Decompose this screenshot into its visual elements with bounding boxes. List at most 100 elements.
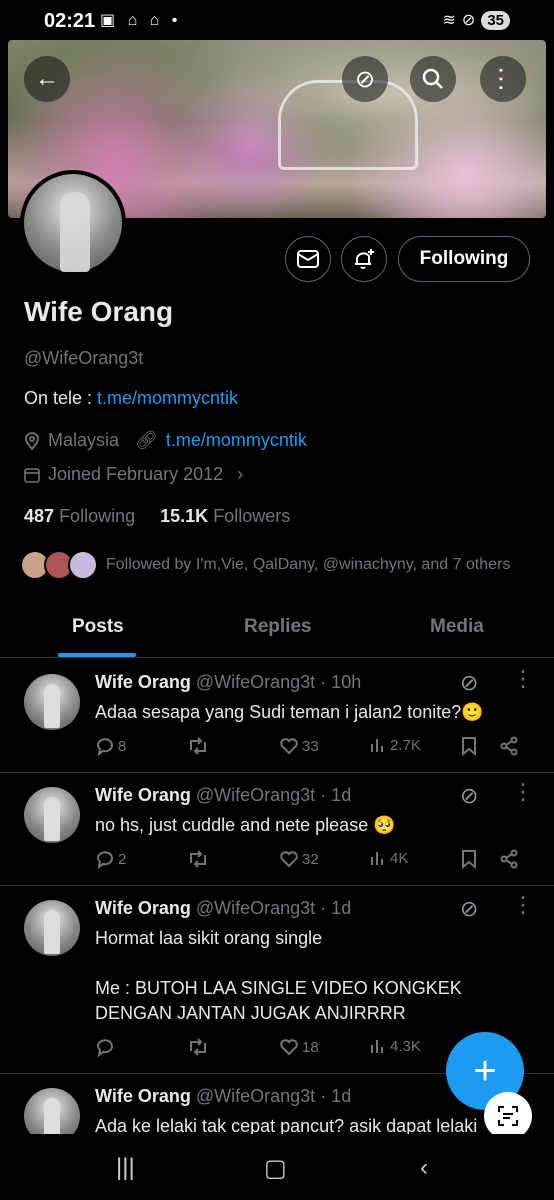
dnd-icon: ⊘ xyxy=(461,12,476,29)
post-text: no hs, just cuddle and nete please 🥺 xyxy=(95,815,396,835)
post-meta: @WifeOrang3t · 1d xyxy=(195,898,352,918)
post-avatar[interactable] xyxy=(24,674,80,730)
heart-icon xyxy=(280,1039,298,1056)
back-button[interactable]: ← xyxy=(24,56,70,102)
grok-button[interactable]: ⊘ xyxy=(342,56,388,102)
repost-button[interactable] xyxy=(187,1037,209,1057)
followed-by-text: Followed by I'm,Vie, QalDany, @winachyny… xyxy=(106,556,511,573)
bookmark-button[interactable] xyxy=(461,736,477,756)
like-count: 32 xyxy=(302,850,319,868)
tab-replies[interactable]: Replies xyxy=(244,616,312,638)
recent-apps-icon[interactable]: ||| xyxy=(116,1154,135,1182)
post-header: Wife Orang @WifeOrang3t · 1d xyxy=(95,898,351,919)
bookmark-button[interactable] xyxy=(461,849,477,869)
repost-button[interactable] xyxy=(187,849,209,869)
profile-location-row: Malaysia 🔗︎ t.me/mommycntik xyxy=(24,430,307,451)
plus-icon: + xyxy=(473,1048,497,1093)
views-count: 4.3K xyxy=(390,1037,421,1055)
reply-icon xyxy=(96,851,113,869)
calendar-icon xyxy=(24,467,40,483)
post-avatar[interactable] xyxy=(24,787,80,843)
profile-bio: On tele : t.me/mommycntik xyxy=(24,388,238,409)
followers-count: 15.1K xyxy=(160,506,209,526)
post-actions: 2 32 4K xyxy=(95,849,535,875)
status-right: ≋ ⊘ 35 xyxy=(442,10,510,30)
heart-icon xyxy=(280,738,298,755)
status-bar: 02:21 ▣ ⌂ ⌂ • ≋ ⊘ 35 xyxy=(0,0,554,40)
following-button[interactable]: Following xyxy=(398,236,530,282)
follow-counts: 487 Following 15.1K Followers xyxy=(24,506,290,527)
bookmark-icon xyxy=(462,850,476,869)
like-button[interactable]: 18 xyxy=(279,1037,319,1057)
message-button[interactable] xyxy=(285,236,331,282)
followed-by-row[interactable]: Followed by I'm,Vie, QalDany, @winachyny… xyxy=(20,550,510,580)
post-author-name[interactable]: Wife Orang xyxy=(95,1086,191,1106)
reply-button[interactable]: 8 xyxy=(95,736,126,756)
followers-label: Followers xyxy=(213,506,291,526)
followers-count-link[interactable]: 15.1K Followers xyxy=(160,506,290,526)
post-author-name[interactable]: Wife Orang xyxy=(95,785,191,805)
repost-button[interactable] xyxy=(187,736,209,756)
more-icon[interactable]: ⋮ xyxy=(512,781,534,803)
repost-icon xyxy=(190,737,206,755)
views-button[interactable]: 4.3K xyxy=(369,1037,421,1055)
post-avatar[interactable] xyxy=(24,900,80,956)
post-item[interactable]: Wife Orang @WifeOrang3t · 10h ⊘ ⋮ Adaa s… xyxy=(0,660,554,773)
following-label: Following xyxy=(59,506,136,526)
link-icon: 🔗︎ xyxy=(135,430,158,450)
post-author-name[interactable]: Wife Orang xyxy=(95,898,191,918)
wifi-icon: ≋ xyxy=(442,12,456,29)
views-button[interactable]: 2.7K xyxy=(369,736,421,754)
profile-handle: @WifeOrang3t xyxy=(24,348,144,368)
post-meta: @WifeOrang3t · 1d xyxy=(195,785,352,805)
post-avatar[interactable] xyxy=(24,1088,80,1134)
reply-button[interactable] xyxy=(95,1037,115,1057)
share-button[interactable] xyxy=(499,849,519,869)
battery-indicator: 35 xyxy=(481,10,510,30)
reply-button[interactable]: 2 xyxy=(95,849,126,869)
screen-search-button[interactable] xyxy=(484,1092,532,1140)
bio-link[interactable]: t.me/mommycntik xyxy=(97,388,238,408)
share-button[interactable] xyxy=(499,736,519,756)
repost-icon xyxy=(190,850,206,868)
post-meta: @WifeOrang3t · 1d xyxy=(195,1086,352,1106)
post-author-name[interactable]: Wife Orang xyxy=(95,672,191,692)
website-link[interactable]: t.me/mommycntik xyxy=(166,430,307,451)
bell-plus-icon xyxy=(355,249,374,269)
views-icon xyxy=(371,739,383,752)
active-tab-indicator xyxy=(58,653,136,657)
post-item[interactable]: Wife Orang @WifeOrang3t · 1d ⊘ ⋮ no hs, … xyxy=(0,773,554,886)
share-icon xyxy=(500,736,518,756)
more-icon[interactable]: ⋮ xyxy=(512,894,534,916)
post-actions: 8 33 2.7K xyxy=(95,736,535,762)
more-icon[interactable]: ⋮ xyxy=(512,668,534,690)
profile-avatar[interactable] xyxy=(20,170,126,276)
tab-media[interactable]: Media xyxy=(430,616,484,638)
like-count: 33 xyxy=(302,737,319,755)
grok-icon[interactable]: ⊘ xyxy=(460,896,478,922)
following-count-link[interactable]: 487 Following xyxy=(24,506,135,526)
back-nav-icon[interactable]: ‹ xyxy=(420,1154,428,1182)
like-button[interactable]: 32 xyxy=(279,849,319,869)
like-button[interactable]: 33 xyxy=(279,736,319,756)
reply-count: 2 xyxy=(118,850,127,868)
more-options-button[interactable]: ··· xyxy=(480,56,526,102)
post-header: Wife Orang @WifeOrang3t · 1d xyxy=(95,785,351,806)
reply-icon xyxy=(96,1039,113,1057)
home-icon[interactable]: ▢ xyxy=(264,1154,287,1183)
grok-icon[interactable]: ⊘ xyxy=(460,783,478,809)
views-button[interactable]: 4K xyxy=(369,849,408,867)
search-button[interactable] xyxy=(410,56,456,102)
status-time: 02:21 xyxy=(44,10,96,32)
views-icon xyxy=(371,852,383,865)
profile-joined-row[interactable]: Joined February 2012 › xyxy=(24,464,243,485)
post-header: Wife Orang @WifeOrang3t · 1d xyxy=(95,1086,351,1107)
more-vertical-icon: ··· xyxy=(488,66,518,92)
views-icon xyxy=(371,1040,383,1053)
follower-avatar xyxy=(68,550,98,580)
location-pin-icon xyxy=(25,431,39,450)
notify-button[interactable] xyxy=(341,236,387,282)
grok-icon[interactable]: ⊘ xyxy=(460,670,478,696)
tab-posts[interactable]: Posts xyxy=(72,616,124,638)
share-icon xyxy=(500,849,518,869)
